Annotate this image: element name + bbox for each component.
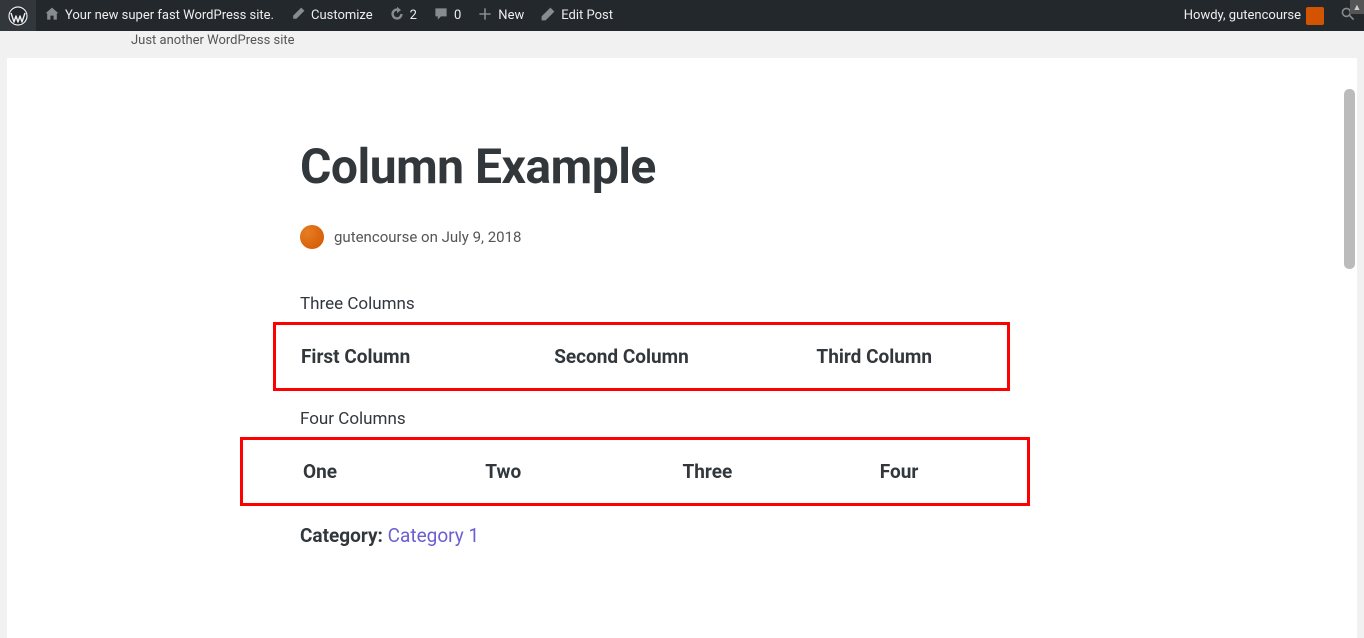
- home-icon: [44, 6, 60, 26]
- comments-count: 0: [454, 8, 461, 23]
- column-1: First Column: [301, 345, 508, 368]
- plus-icon: [477, 6, 493, 26]
- author-link[interactable]: gutencourse: [334, 228, 417, 246]
- post-meta: gutencourse on July 9, 2018: [300, 225, 1040, 249]
- column-2: Second Column: [508, 345, 725, 368]
- four-columns-label: Four Columns: [300, 409, 1040, 429]
- howdy-label: Howdy, gutencourse: [1184, 8, 1301, 23]
- scroll-up-button[interactable]: ▲: [1350, 0, 1364, 14]
- category-label: Category:: [300, 524, 383, 547]
- author-avatar-icon: [300, 225, 324, 249]
- three-columns-label: Three Columns: [300, 294, 1040, 314]
- wordpress-logo-icon: [8, 6, 28, 26]
- comments-menu[interactable]: 0: [425, 0, 469, 31]
- meta-on: on: [421, 228, 438, 246]
- post-meta-text: gutencourse on July 9, 2018: [334, 228, 521, 246]
- new-label: New: [498, 8, 524, 23]
- wp-logo-menu[interactable]: [0, 0, 36, 31]
- post-title: Column Example: [300, 138, 1040, 195]
- scrollbar-thumb[interactable]: [1344, 89, 1355, 269]
- refresh-icon: [389, 6, 405, 26]
- updates-menu[interactable]: 2: [381, 0, 425, 31]
- column-1: One: [268, 460, 425, 483]
- edit-post-menu[interactable]: Edit Post: [532, 0, 621, 31]
- site-name-label: Your new super fast WordPress site.: [65, 8, 274, 23]
- four-columns-block: One Two Three Four: [240, 437, 1030, 506]
- category-line: Category: Category 1: [300, 524, 1040, 547]
- admin-bar-left: Your new super fast WordPress site. Cust…: [0, 0, 621, 31]
- column-4: Four: [805, 460, 1002, 483]
- new-content-menu[interactable]: New: [469, 0, 532, 31]
- pencil-icon: [540, 6, 556, 26]
- my-account-menu[interactable]: Howdy, gutencourse: [1176, 0, 1332, 31]
- customize-menu[interactable]: Customize: [282, 0, 381, 31]
- updates-count: 2: [410, 8, 417, 23]
- user-avatar-icon: [1306, 7, 1324, 25]
- content-area: Column Example gutencourse on July 9, 20…: [7, 58, 1357, 638]
- site-name-menu[interactable]: Your new super fast WordPress site.: [36, 0, 282, 31]
- brush-icon: [290, 6, 306, 26]
- three-columns-block: First Column Second Column Third Column: [273, 322, 1010, 391]
- column-3: Third Column: [725, 345, 982, 368]
- customize-label: Customize: [311, 8, 373, 23]
- column-2: Two: [425, 460, 607, 483]
- comment-icon: [433, 6, 449, 26]
- wp-admin-bar: Your new super fast WordPress site. Cust…: [0, 0, 1364, 31]
- edit-post-label: Edit Post: [561, 8, 613, 23]
- post-content: Column Example gutencourse on July 9, 20…: [300, 138, 1040, 547]
- category-link[interactable]: Category 1: [388, 524, 479, 547]
- admin-bar-right: Howdy, gutencourse: [1176, 0, 1364, 31]
- post-date[interactable]: July 9, 2018: [442, 228, 522, 246]
- site-tagline: Just another WordPress site: [0, 31, 1364, 58]
- column-3: Three: [608, 460, 805, 483]
